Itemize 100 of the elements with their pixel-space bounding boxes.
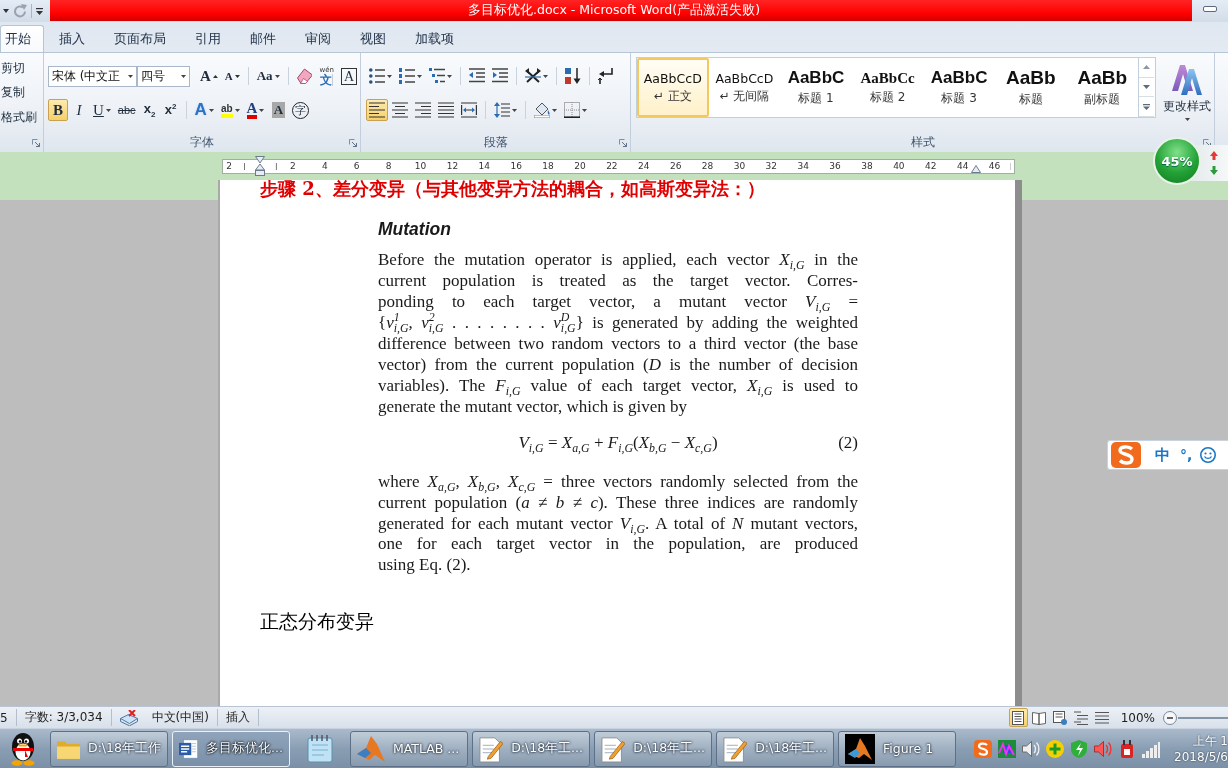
page-number[interactable]: 5 <box>0 710 8 725</box>
shrink-font-button[interactable]: A <box>221 65 243 87</box>
ruler-number: 32 <box>755 159 788 173</box>
ime-logo-icon[interactable] <box>974 739 993 758</box>
styles-icon <box>1172 65 1203 95</box>
subscript-button[interactable]: x$_{2}$ <box>139 99 160 121</box>
align-center-button[interactable] <box>389 99 411 121</box>
style-gallery-item[interactable]: AaBbCcD ↵ 无间隔 <box>708 58 781 117</box>
section-heading: 步骤 2、差分变异（与其他变异方法的耦合，如高斯变异法：） <box>260 180 765 198</box>
font-size-combo[interactable]: 四号 <box>137 65 190 87</box>
up-triangle-icon <box>1143 65 1151 70</box>
ribbon-tab[interactable]: 邮件 <box>235 25 290 52</box>
ribbon-tab[interactable]: 加载项 <box>400 25 468 52</box>
window-title: 多目标优化.docx - Microsoft Word(产品激活失败) <box>468 2 760 19</box>
caret-icon <box>259 108 265 112</box>
ribbon-tab[interactable]: 审阅 <box>290 25 345 52</box>
ruler-number: 16 <box>500 159 533 173</box>
caret-icon <box>552 108 557 112</box>
smiley-icon[interactable] <box>1200 447 1217 463</box>
speaker-icon[interactable] <box>1094 739 1113 758</box>
justify-button[interactable] <box>435 99 457 121</box>
align-right-button[interactable] <box>412 99 434 121</box>
underline-button[interactable]: U <box>90 99 114 121</box>
signal-bars-icon[interactable] <box>1142 739 1161 758</box>
italic-button[interactable]: I <box>69 99 89 121</box>
ruler-number: 30 <box>723 159 756 173</box>
numbered-list-icon <box>399 68 415 84</box>
align-left-button[interactable] <box>366 99 388 121</box>
style-gallery-item[interactable]: AaBbC 标题 3 <box>923 58 995 117</box>
penguin-icon[interactable] <box>11 731 35 766</box>
page-pencil-icon <box>723 734 748 763</box>
indent-marker-icon[interactable] <box>255 155 265 176</box>
decrease-indent-icon <box>469 68 485 84</box>
caret-icon[interactable] <box>3 9 9 13</box>
bold-button[interactable]: B <box>48 99 68 121</box>
ribbon-tab[interactable]: 页面布局 <box>99 25 180 52</box>
insert-mode-indicator[interactable]: 插入 <box>225 709 250 726</box>
bulleted-list-icon <box>369 68 385 84</box>
highlight-button[interactable]: ab <box>217 99 243 121</box>
grow-font-button[interactable]: A <box>197 65 221 87</box>
down-triangle-icon <box>234 74 240 78</box>
caret-icon <box>105 108 111 112</box>
shield-icon[interactable] <box>1070 739 1089 758</box>
cut-button[interactable]: 剪切 <box>0 56 43 81</box>
style-gallery-item[interactable]: AaBb 副标题 <box>1066 58 1139 117</box>
ribbon-tab[interactable]: 视图 <box>345 25 400 52</box>
dialog-launcher-icon[interactable] <box>349 138 357 147</box>
print-layout-icon <box>1011 710 1026 725</box>
bullets-button[interactable] <box>366 65 395 87</box>
caret-icon <box>274 74 280 78</box>
punctuation-toggle[interactable]: °, <box>1180 447 1193 463</box>
paragraph: where X$_{a,G}$, X$_{b,G}$, X$_{c,G}$ = three vectors randomly selected from the current population (a ≠ b ≠ c). These three indices are randomly generated for each mutant vector V$_{i,G}$. A total of N mutant vectors, one for each target vector in the population, are produced using Eq. (2). <box>378 472 858 576</box>
view-button[interactable] <box>1050 708 1070 727</box>
copy-button[interactable]: 复制 <box>0 80 43 105</box>
dialog-launcher-icon[interactable] <box>619 138 627 147</box>
ribbon-tab[interactable]: 插入 <box>44 25 99 52</box>
ruler-number: 12 <box>436 159 469 173</box>
customize-caret-icon[interactable] <box>36 7 43 15</box>
app-icon[interactable] <box>998 739 1017 758</box>
style-gallery-item[interactable]: AaBbCc 标题 2 <box>851 58 924 117</box>
zoom-out-icon[interactable] <box>1163 710 1177 725</box>
zoom-slider-track[interactable] <box>1178 716 1228 719</box>
strikethrough-button[interactable]: abc <box>114 99 139 121</box>
word-count[interactable]: 字数: 3/3,034 <box>24 709 103 726</box>
style-gallery-item[interactable]: AaBb 标题 <box>994 58 1067 117</box>
minimize-icon[interactable] <box>1203 6 1217 12</box>
return-arrows-icon <box>598 68 614 84</box>
style-gallery-item[interactable]: AaBbC 标题 1 <box>780 58 852 117</box>
distribute-button[interactable] <box>458 99 480 121</box>
style-gallery-item[interactable]: AaBbCcD ↵ 正文 <box>637 58 709 117</box>
font-name-combo[interactable]: 宋体 (中文正 <box>48 65 137 87</box>
ribbon-tab[interactable]: 引用 <box>180 25 235 52</box>
language-indicator[interactable]: 中文(中国) <box>151 709 209 726</box>
equation-number: (2) <box>838 432 858 453</box>
change-case-button[interactable]: Aa <box>253 65 283 87</box>
dialog-launcher-icon[interactable] <box>32 138 40 147</box>
format-painter-button[interactable]: 格式刷 <box>0 105 43 130</box>
numbering-button[interactable] <box>396 65 425 87</box>
caret-icon <box>582 108 587 112</box>
ruler-number: 36 <box>819 159 852 173</box>
font-color-button[interactable]: A <box>243 99 268 121</box>
change-styles-button[interactable]: 更改样式 <box>1160 56 1214 130</box>
ime-logo-icon[interactable] <box>1111 442 1141 468</box>
proofing-book-icon[interactable] <box>119 709 138 726</box>
view-button[interactable] <box>1071 708 1091 727</box>
paint-bucket-icon <box>534 102 550 118</box>
ribbon-tab[interactable]: 开始 <box>0 25 44 52</box>
zoom-level[interactable]: 100% <box>1120 710 1155 725</box>
more-icon <box>1143 103 1151 110</box>
input-mode-toggle[interactable]: 中 <box>1155 445 1170 465</box>
superscript-button[interactable]: x$^{2}$ <box>160 99 181 121</box>
section-subheading: 正态分布变异 <box>260 611 374 633</box>
caret-icon <box>417 74 422 78</box>
page-pencil-icon <box>601 734 626 763</box>
text-effect-button[interactable]: A <box>191 99 217 121</box>
view-button[interactable] <box>1008 708 1028 727</box>
group-label: 字体 <box>190 134 214 151</box>
right-indent-marker-icon[interactable] <box>971 164 981 173</box>
borders-button[interactable] <box>561 99 590 121</box>
speaker-icon[interactable] <box>1022 739 1041 758</box>
